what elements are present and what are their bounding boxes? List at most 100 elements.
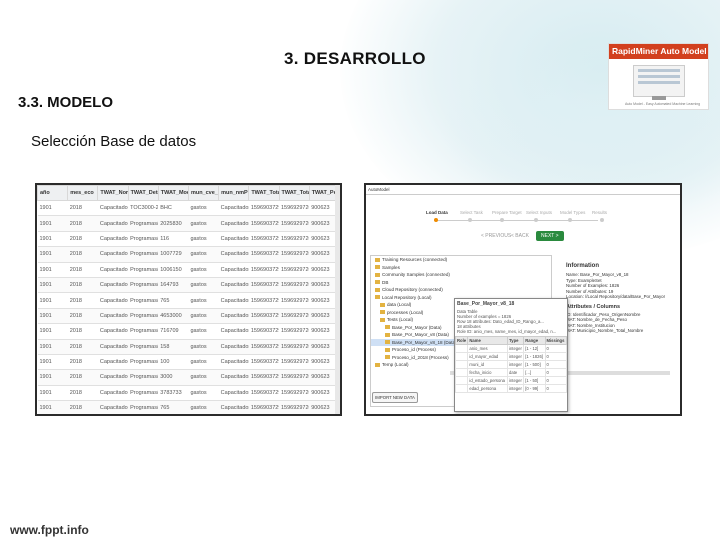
table-row[interactable]: 19012018CapacitadosTOC3000-20...BHCgasto… xyxy=(37,199,340,216)
table-cell: Programas/t... xyxy=(128,261,159,278)
table-cell: Capacitados xyxy=(218,276,249,293)
attribute-line: MAT: Municipio_Nombre_Total_Nombre xyxy=(566,328,644,333)
wizard-step-label[interactable]: Select Task xyxy=(460,210,483,215)
table-row[interactable]: 19012018CapacitadosProgramas/t...765gast… xyxy=(37,292,340,309)
tree-item[interactable]: Training Resources (connected) xyxy=(371,256,551,264)
table-cell: 1006150 xyxy=(158,261,189,278)
table-row[interactable]: 19012018CapacitadosProgramas/t...3783733… xyxy=(37,384,340,401)
wizard-step-label[interactable]: Load Data xyxy=(426,210,448,215)
table-row[interactable]: 19012018CapacitadosProgramas/t...116gast… xyxy=(37,230,340,247)
wizard-step-dot xyxy=(534,218,538,222)
table-cell: Capacitados xyxy=(97,307,129,324)
folder-icon xyxy=(375,265,380,270)
tree-item-label: Base_Por_Mayor (Data) xyxy=(392,324,442,330)
table-cell: 1596903729 xyxy=(248,369,279,386)
tooltip-column-header: Type xyxy=(507,336,525,345)
tooltip-cell: 0 xyxy=(544,344,567,353)
table-row[interactable]: 19012018CapacitadosProgramas/t...158gast… xyxy=(37,338,340,355)
table-scrollbar[interactable] xyxy=(335,185,340,414)
tree-item[interactable]: DB xyxy=(371,279,551,287)
table-cell: 1901 xyxy=(37,230,68,247)
table-cell: Capacitados xyxy=(97,384,129,401)
table-cell: 2018 xyxy=(67,261,98,278)
back-button[interactable]: < BACK xyxy=(506,231,534,241)
table-cell: Capacitados xyxy=(97,199,129,216)
data-table-screenshot: añomes_ecoTWAT_Nombr...TWAT_DetalleTWAT_… xyxy=(35,183,342,416)
tooltip-cell xyxy=(454,384,469,393)
column-header[interactable]: mes_eco xyxy=(67,185,99,201)
tree-item-label: Local Repository (Local) xyxy=(382,294,432,300)
table-row[interactable]: 19012018CapacitadosProgramas/t...1006150… xyxy=(37,261,340,278)
table-row[interactable]: 19012018CapacitadosProgramas/t...765gast… xyxy=(37,400,340,414)
table-cell: 1901 xyxy=(37,323,68,340)
tooltip-column-header: Range xyxy=(523,336,546,345)
column-header[interactable]: mun_cve_Pl... xyxy=(187,185,220,201)
table-row[interactable]: 19012018CapacitadosProgramas/t...1007729… xyxy=(37,246,340,263)
table-cell: 1596929726 xyxy=(279,215,310,232)
folder-icon xyxy=(375,287,380,292)
column-header[interactable]: TWAT_Total... xyxy=(278,185,310,201)
table-cell: Capacitados xyxy=(218,323,249,340)
table-cell: gastos xyxy=(188,353,219,370)
logo-monitor-icon xyxy=(633,65,685,100)
table-cell: gastos xyxy=(188,215,219,232)
table-cell: Capacitados xyxy=(218,292,249,309)
table-row[interactable]: 19012018CapacitadosProgramas/t...3000gas… xyxy=(37,369,340,386)
next-button[interactable]: NEXT > xyxy=(536,231,564,241)
folder-icon xyxy=(380,317,385,322)
wizard-step-label[interactable]: Results xyxy=(592,210,607,215)
table-cell: gastos xyxy=(188,338,219,355)
info-header: Information xyxy=(566,263,599,269)
table-cell: BHC xyxy=(158,199,189,216)
table-cell: Capacitados xyxy=(97,230,129,247)
table-row[interactable]: 19012018CapacitadosProgramas/t...164793g… xyxy=(37,276,340,293)
column-header[interactable]: año xyxy=(37,185,69,201)
table-cell: gastos xyxy=(188,369,219,386)
table-cell: Capacitados xyxy=(97,215,129,232)
table-cell: 164793 xyxy=(158,276,189,293)
tooltip-cell: id_mayor_edad xyxy=(467,352,509,361)
table-row[interactable]: 19012018CapacitadosProgramas/t...100gast… xyxy=(37,353,340,370)
table-cell: Capacitados xyxy=(218,384,249,401)
table-cell: Programas/t... xyxy=(128,384,159,401)
table-cell: 1596903729 xyxy=(248,276,279,293)
tooltip-cell: [...] xyxy=(523,368,546,377)
tree-item[interactable]: Cloud Repository (connected) xyxy=(371,286,551,294)
wizard-step-label[interactable]: Prepare Target xyxy=(492,210,522,215)
tooltip-cell: 0 xyxy=(544,368,567,377)
table-cell: 1596929726 xyxy=(279,230,310,247)
table-cell: 2018 xyxy=(67,369,98,386)
tree-item[interactable]: Community Samples (connected) xyxy=(371,271,551,279)
table-row[interactable]: 19012018CapacitadosProgramas/t...4653000… xyxy=(37,307,340,324)
table-cell: Programas/t... xyxy=(128,400,159,414)
table-cell: Programas/t... xyxy=(128,369,159,386)
wizard-step-label[interactable]: Select Inputs xyxy=(526,210,552,215)
table-cell: Capacitados xyxy=(218,307,249,324)
tooltip-column-header: Name xyxy=(467,336,509,345)
folder-icon xyxy=(375,257,380,262)
column-header[interactable]: TWAT_Nombr... xyxy=(97,185,129,201)
tree-item[interactable]: Samples xyxy=(371,264,551,272)
tab-automodel[interactable]: AutoModel xyxy=(368,187,390,192)
tooltip-line: Role ID: anio_mes, name_mes, id_mayor_ed… xyxy=(457,329,557,334)
column-header[interactable]: mun_nmPlu... xyxy=(218,185,250,201)
table-row[interactable]: 19012018CapacitadosProgramas/t...2025830… xyxy=(37,215,340,232)
column-header[interactable]: TWAT_Mode xyxy=(157,185,189,201)
wizard-step-label[interactable]: Model Types xyxy=(560,210,585,215)
footer-url[interactable]: www.fppt.info xyxy=(10,523,89,537)
column-header[interactable]: TWAT_Total... xyxy=(248,185,280,201)
table-row[interactable]: 19012018CapacitadosProgramas/t...716709g… xyxy=(37,323,340,340)
table-cell: Programas/t... xyxy=(128,353,159,370)
tooltip-cell: [1 - 12] xyxy=(523,344,546,353)
table-cell: 2018 xyxy=(67,338,98,355)
table-cell: 1596929726 xyxy=(279,369,310,386)
column-header[interactable]: TWAT_Detalle xyxy=(127,185,159,201)
table-cell: Programas/t... xyxy=(128,276,159,293)
tree-item-label: Tests (Local) xyxy=(387,317,414,322)
table-cell: 2018 xyxy=(67,292,98,309)
tree-item-label: processes (Local) xyxy=(387,309,424,315)
table-cell: Capacitados xyxy=(218,199,249,216)
table-cell: Capacitados xyxy=(218,369,249,386)
import-data-button[interactable]: IMPORT NEW DATA xyxy=(372,392,418,403)
table-cell: 100 xyxy=(158,353,189,370)
